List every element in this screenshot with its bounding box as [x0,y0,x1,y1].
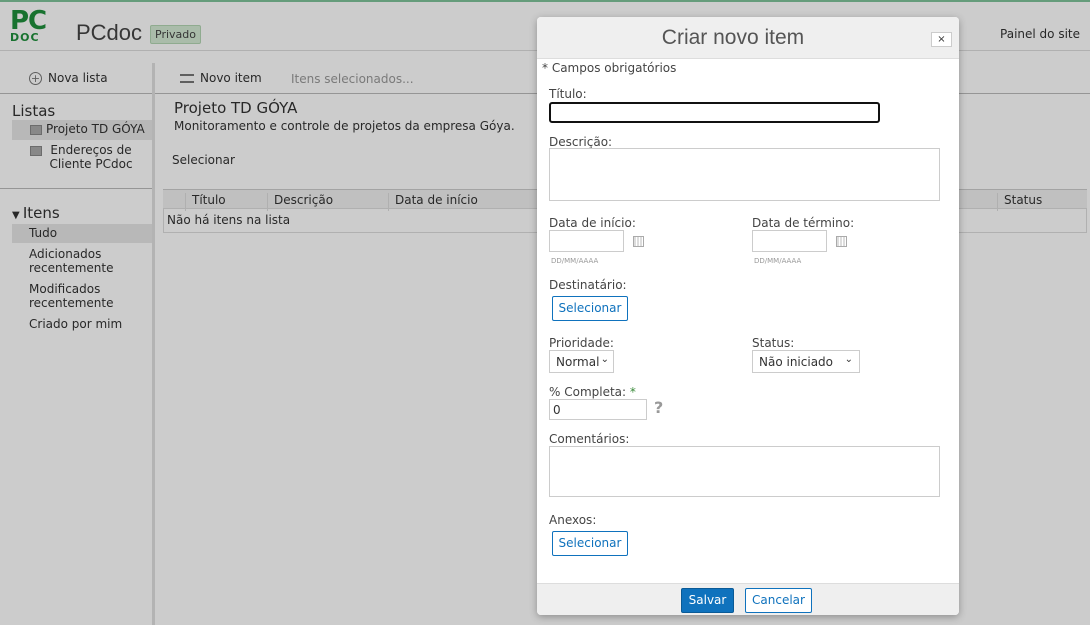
calendar-icon[interactable] [633,236,644,247]
priority-select[interactable]: Normal ⌄ [549,350,614,373]
chevron-down-icon: ⌄ [844,354,853,365]
percent-input[interactable]: 0 [549,399,647,420]
title-input[interactable] [549,102,880,123]
create-item-dialog: Criar novo item × * Campos obrigatórios … [537,17,959,615]
required-mark: * [629,385,636,399]
start-date-input[interactable] [549,230,624,252]
description-label: Descrição: [549,135,613,149]
status-select[interactable]: Não iniciado ⌄ [752,350,860,373]
comments-textarea[interactable] [549,446,940,497]
dialog-title: Criar novo item [661,26,805,49]
start-date-label: Data de início: [549,216,636,230]
description-textarea[interactable] [549,148,940,201]
recipient-select-button[interactable]: Selecionar [552,296,628,321]
save-button[interactable]: Salvar [681,588,734,613]
percent-label: % Completa: * [549,385,636,399]
cancel-button[interactable]: Cancelar [745,588,812,613]
priority-value: Normal [556,355,600,369]
comments-label: Comentários: [549,432,630,446]
calendar-icon[interactable] [836,236,847,247]
percent-label-text: % Completa: [549,385,627,399]
dialog-footer: Salvar Cancelar [537,583,959,615]
end-date-hint: DD/MM/AAAA [754,257,802,265]
help-icon[interactable]: ? [654,398,663,417]
end-date-label: Data de término: [752,216,855,230]
dialog-header: Criar novo item × [537,17,959,59]
attachments-select-button[interactable]: Selecionar [552,531,628,556]
end-date-input[interactable] [752,230,827,252]
status-value: Não iniciado [759,355,834,369]
close-icon[interactable]: × [931,32,952,47]
required-note: * Campos obrigatórios [542,61,677,75]
chevron-down-icon: ⌄ [600,354,609,365]
status-label: Status: [752,336,795,350]
title-label: Título: [549,87,587,101]
recipient-label: Destinatário: [549,278,627,292]
attachments-label: Anexos: [549,513,597,527]
priority-label: Prioridade: [549,336,614,350]
start-date-hint: DD/MM/AAAA [551,257,599,265]
